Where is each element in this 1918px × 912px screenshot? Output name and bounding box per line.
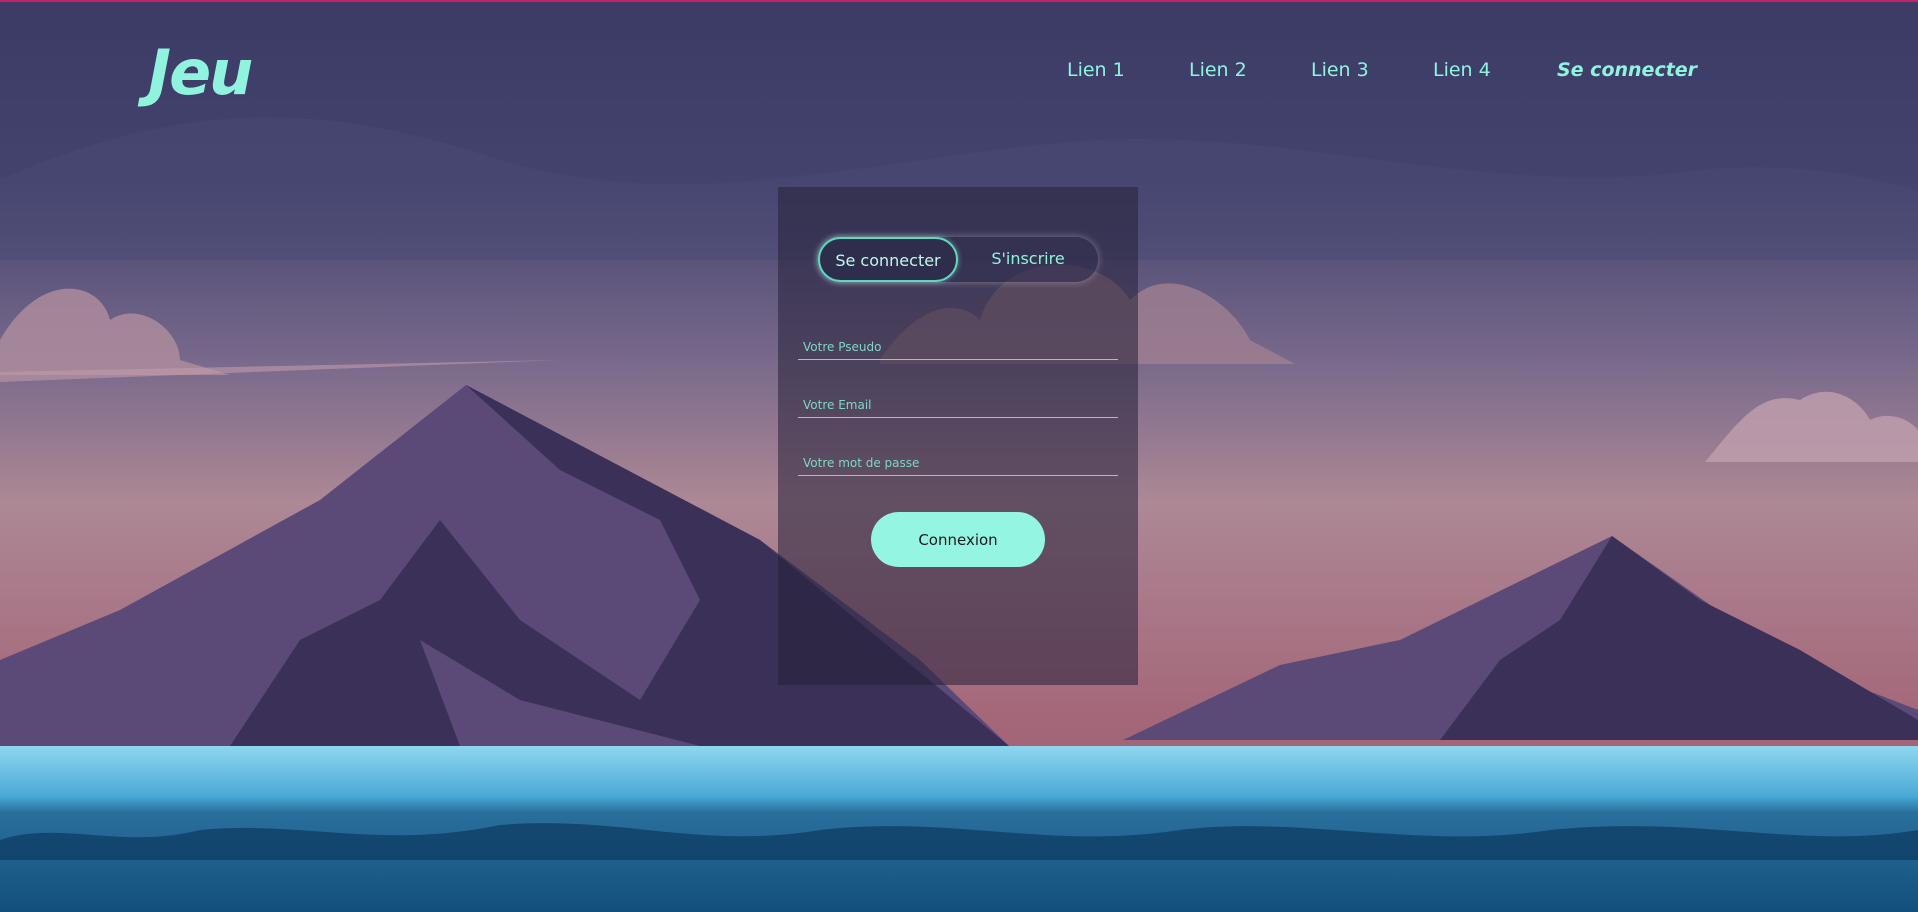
tab-login[interactable]: Se connecter <box>818 237 958 282</box>
nav-link-4[interactable]: Lien 4 <box>1433 59 1491 81</box>
nav-link-3[interactable]: Lien 3 <box>1311 59 1369 81</box>
login-card: Se connecter S'inscrire Connexion <box>778 187 1138 685</box>
nav-link-2[interactable]: Lien 2 <box>1189 59 1247 81</box>
connexion-button[interactable]: Connexion <box>871 512 1045 567</box>
top-accent-bar <box>0 0 1918 2</box>
nav-login-link[interactable]: Se connecter <box>1557 59 1697 81</box>
email-input[interactable] <box>798 378 1118 418</box>
password-input[interactable] <box>798 436 1118 476</box>
auth-mode-toggle: Se connecter S'inscrire <box>818 237 1098 282</box>
nav-link-1[interactable]: Lien 1 <box>1067 59 1125 81</box>
site-logo[interactable]: Jeu <box>148 36 253 109</box>
pseudo-input[interactable] <box>798 320 1118 360</box>
tab-signup[interactable]: S'inscrire <box>958 237 1098 282</box>
